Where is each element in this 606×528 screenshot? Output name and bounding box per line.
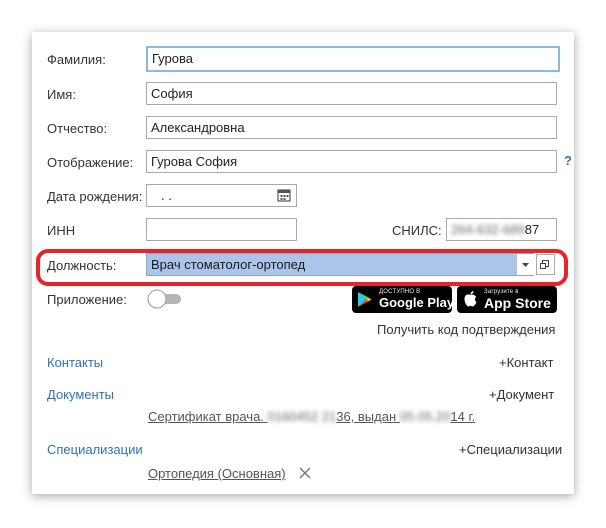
contacts-section-link[interactable]: Контакты [47,355,103,370]
google-play-icon [358,292,372,307]
inn-label: ИНН [47,223,76,238]
add-contact-button[interactable]: +Контакт [499,355,553,370]
specialization-item-link[interactable]: Ортопедия (Основная) [148,466,286,481]
position-label: Должность: [47,258,117,273]
document-item-hidden-date: 05.05.20 [399,409,451,424]
app-label: Приложение: [47,292,127,307]
snils-input[interactable]: 264-632-68987 [446,218,557,241]
display-input[interactable]: Гурова София [146,150,557,173]
dropdown-arrow-icon[interactable] [516,254,534,275]
inn-input[interactable] [146,218,297,241]
name-input[interactable]: София [146,82,557,105]
document-item-text-b: 36, выдан [336,409,400,424]
document-item-text-c: 14 г. [450,409,476,424]
apple-icon [464,291,477,307]
google-play-text: Google Play [379,295,455,310]
birthdate-label: Дата рождения: [47,189,143,204]
add-specialization-button[interactable]: +Специализации [459,442,562,457]
surname-label: Фамилия: [47,52,106,67]
open-window-icon[interactable] [536,254,555,275]
document-item-hidden-number: 0160452 21 [267,409,337,424]
help-icon[interactable]: ? [564,153,572,168]
snils-tail: 87 [524,222,540,237]
document-item-link[interactable]: Сертификат врача. 0160452 2136, выдан 05… [148,409,475,424]
get-confirmation-code-link[interactable]: Получить код подтверждения [377,322,555,337]
calendar-icon[interactable] [276,188,292,203]
documents-section-link[interactable]: Документы [47,387,114,402]
app-toggle[interactable] [147,289,183,309]
specializations-section-link[interactable]: Специализации [47,442,143,457]
patronymic-input[interactable]: Александровна [146,116,557,139]
app-store-badge[interactable]: Загрузите в App Store [457,286,557,313]
google-play-badge[interactable]: ДОСТУПНО В Google Play [352,286,455,313]
remove-icon[interactable] [298,466,312,480]
snils-label: СНИЛС: [392,223,442,238]
surname-input[interactable]: Гурова [146,46,560,72]
patronymic-label: Отчество: [47,121,108,136]
app-store-text: App Store [484,295,551,311]
add-document-button[interactable]: +Документ [489,387,554,402]
name-label: Имя: [47,87,76,102]
birthdate-input[interactable]: . . [146,184,297,207]
document-item-text-a: Сертификат врача. [148,409,268,424]
snils-hidden-value: 264-632-689 [451,222,525,237]
display-label: Отображение: [47,155,134,170]
position-select[interactable]: Врач стоматолог-ортопед [146,253,534,276]
